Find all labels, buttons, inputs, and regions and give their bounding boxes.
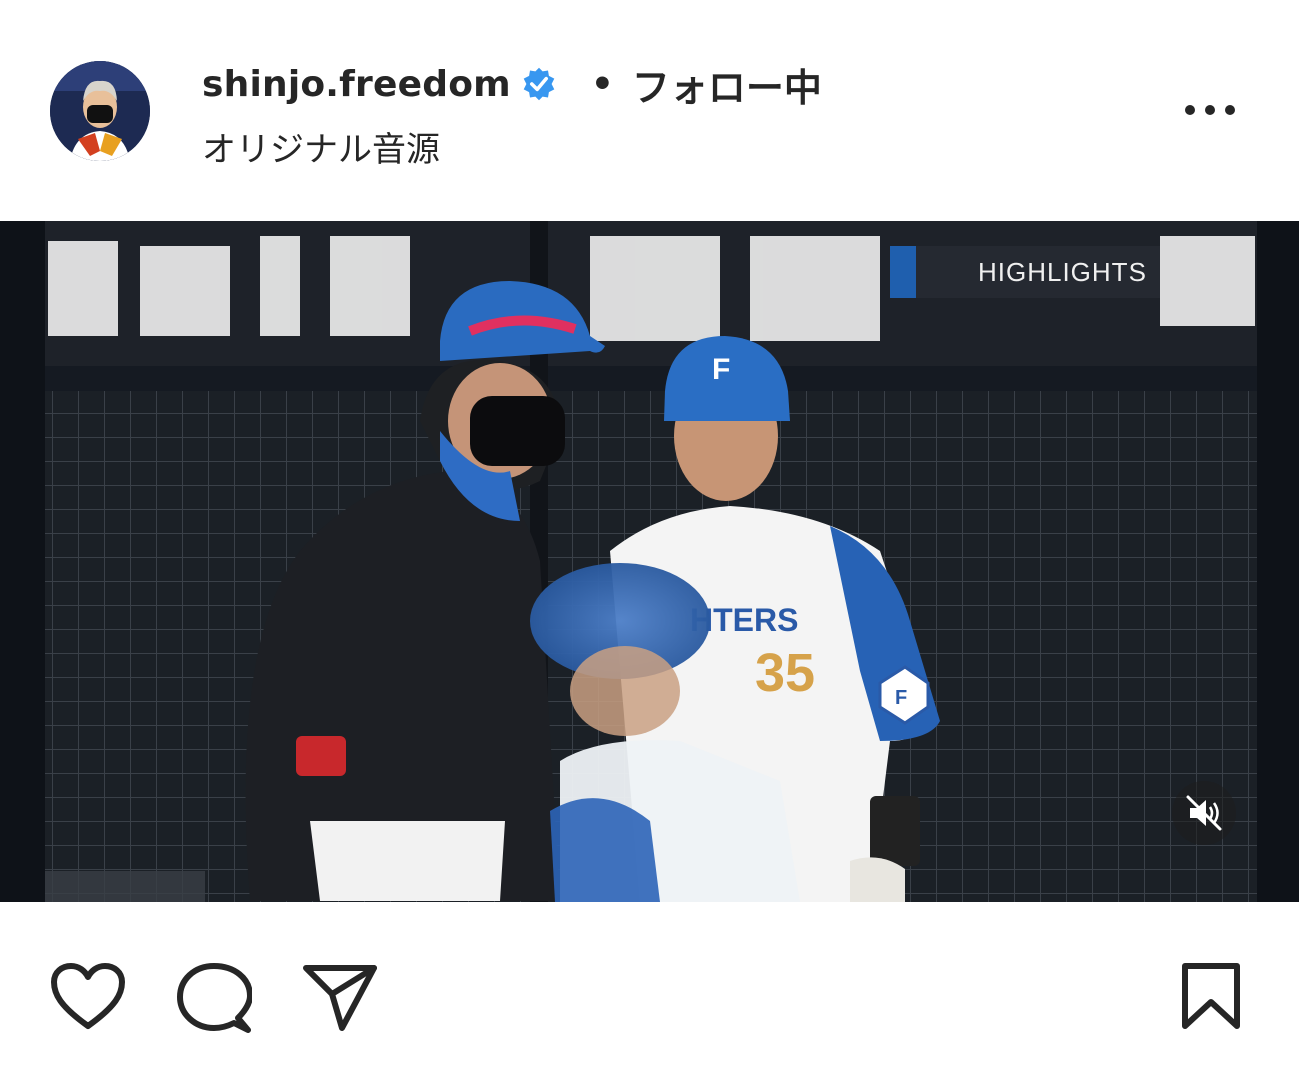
verified-badge-icon [521, 66, 557, 102]
svg-text:F: F [895, 687, 907, 709]
audio-label[interactable]: オリジナル音源 [202, 122, 440, 171]
username[interactable]: shinjo.freedom [202, 64, 511, 105]
following-button[interactable]: フォロー中 [632, 57, 822, 112]
highlights-accent-bar [890, 246, 916, 298]
avatar-image [50, 61, 150, 161]
bookmark-icon[interactable] [1180, 962, 1242, 1034]
action-bar [0, 902, 1299, 1065]
heart-icon[interactable] [50, 962, 126, 1034]
jersey-number: 35 [755, 643, 815, 703]
video-frame: F HTERS 35 F [0, 221, 1299, 902]
avatar[interactable] [50, 61, 150, 161]
comment-icon[interactable] [176, 962, 253, 1038]
user-line: shinjo.freedom • フォロー中 [202, 58, 822, 110]
post-header: shinjo.freedom • フォロー中 オリジナル音源 [0, 0, 1299, 220]
svg-text:F: F [712, 353, 730, 386]
highlights-label: HIGHLIGHTS [978, 256, 1147, 287]
muted-speaker-icon[interactable] [1172, 781, 1236, 845]
send-icon[interactable] [302, 962, 378, 1036]
separator-dot: • [590, 63, 614, 105]
more-options-icon[interactable] [1180, 92, 1240, 128]
highlights-overlay: HIGHLIGHTS [890, 246, 1160, 298]
video-player[interactable]: F HTERS 35 F HIGHLIGHTS [0, 221, 1299, 902]
